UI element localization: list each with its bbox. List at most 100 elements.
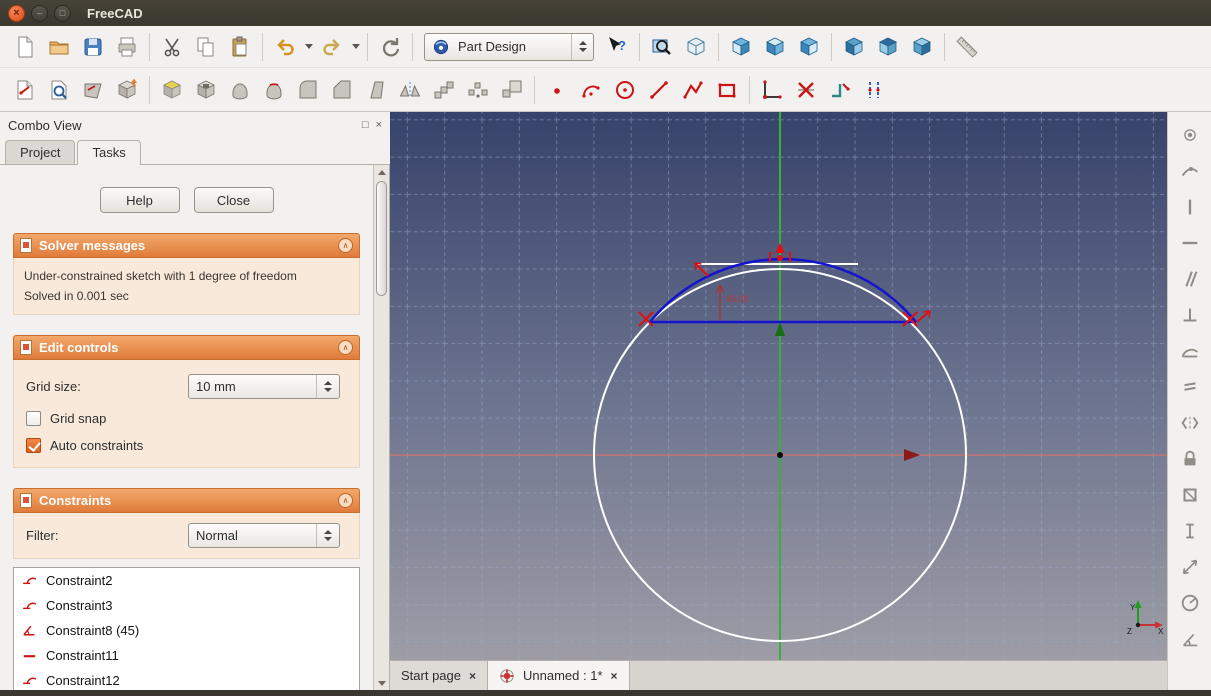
- tab-tasks[interactable]: Tasks: [77, 140, 141, 165]
- constraint-list-item[interactable]: Constraint8 (45): [14, 618, 359, 643]
- constraint-list-item[interactable]: Constraint3: [14, 593, 359, 618]
- open-document-button[interactable]: [42, 30, 76, 64]
- view-rear-button[interactable]: [837, 30, 871, 64]
- sketch-polyline-button[interactable]: [676, 73, 710, 107]
- spinner-arrows-icon[interactable]: [316, 524, 332, 547]
- undo-history-dropdown[interactable]: [302, 30, 315, 64]
- spinner-arrows-icon[interactable]: [571, 33, 587, 60]
- print-button[interactable]: [110, 30, 144, 64]
- panel-close-icon[interactable]: ×: [376, 119, 382, 131]
- polar-pattern-button[interactable]: [461, 73, 495, 107]
- draft-button[interactable]: [359, 73, 393, 107]
- edit-sketch-button[interactable]: [42, 73, 76, 107]
- undo-button[interactable]: [268, 30, 302, 64]
- whats-this-button[interactable]: ?: [600, 30, 634, 64]
- constrain-symmetric-button[interactable]: [1175, 408, 1205, 438]
- constrain-radius-button[interactable]: [1175, 588, 1205, 618]
- constrain-perpendicular-button[interactable]: [1175, 300, 1205, 330]
- redo-history-dropdown[interactable]: [349, 30, 362, 64]
- grid-size-combo[interactable]: 10 mm: [188, 374, 340, 399]
- sketch-arc-button[interactable]: [574, 73, 608, 107]
- sketch-point-button[interactable]: [540, 73, 574, 107]
- spinner-arrows-icon[interactable]: [316, 375, 332, 398]
- constrain-horizontal-button[interactable]: [1175, 228, 1205, 258]
- view-right-button[interactable]: [792, 30, 826, 64]
- help-button[interactable]: Help: [99, 187, 180, 213]
- constrain-block-button[interactable]: [1175, 480, 1205, 510]
- constrain-angle-button[interactable]: [1175, 624, 1205, 654]
- scrollbar-thumb[interactable]: [376, 181, 387, 296]
- sketch-circle-button[interactable]: [608, 73, 642, 107]
- pocket-button[interactable]: [189, 73, 223, 107]
- create-sketch-button[interactable]: [8, 73, 42, 107]
- constrain-parallel-button[interactable]: [1175, 264, 1205, 294]
- collapse-section-button[interactable]: ∧: [338, 238, 353, 253]
- scroll-up-icon[interactable]: [374, 165, 389, 179]
- tasks-scrollbar[interactable]: [373, 165, 389, 690]
- tab-project[interactable]: Project: [5, 140, 76, 164]
- sketch-rectangle-button[interactable]: [710, 73, 744, 107]
- window-maximize-button[interactable]: □: [54, 4, 71, 22]
- refresh-button[interactable]: [373, 30, 407, 64]
- sketcher-construction-mode-button[interactable]: [857, 73, 891, 107]
- redo-button[interactable]: [315, 30, 349, 64]
- collapse-section-button[interactable]: ∧: [338, 340, 353, 355]
- constrain-distance-button[interactable]: [1175, 552, 1205, 582]
- window-minimize-button[interactable]: –: [31, 4, 48, 22]
- sketcher-coordinate-axes-button[interactable]: [755, 73, 789, 107]
- auto-constraints-checkbox[interactable]: Auto constraints: [24, 432, 349, 459]
- arc-apex-point[interactable]: [777, 255, 783, 261]
- constraint-list-item[interactable]: Constraint2: [14, 568, 359, 593]
- constrain-point-on-object-button[interactable]: [1175, 156, 1205, 186]
- scroll-down-icon[interactable]: [374, 676, 389, 690]
- constrain-tangent-button[interactable]: [1175, 336, 1205, 366]
- view-front-button[interactable]: [724, 30, 758, 64]
- sketch-canvas[interactable]: 45.00 Y X Z: [390, 112, 1167, 660]
- origin-point[interactable]: [777, 452, 783, 458]
- paste-button[interactable]: [223, 30, 257, 64]
- groove-button[interactable]: [257, 73, 291, 107]
- constraint-filter-combo[interactable]: Normal: [188, 523, 340, 548]
- document-tab-start-page[interactable]: Start page ×: [390, 661, 489, 690]
- dimension-label[interactable]: 45.00: [726, 294, 749, 304]
- chamfer-button[interactable]: [325, 73, 359, 107]
- cut-button[interactable]: [155, 30, 189, 64]
- close-button[interactable]: Close: [193, 187, 274, 213]
- constraint-list-item[interactable]: Constraint11: [14, 643, 359, 668]
- revolution-button[interactable]: [223, 73, 257, 107]
- new-document-button[interactable]: [8, 30, 42, 64]
- workbench-selector[interactable]: Part Design: [424, 32, 594, 61]
- tab-close-icon[interactable]: ×: [611, 669, 618, 683]
- collapse-section-button[interactable]: ∧: [338, 493, 353, 508]
- sketch-line-button[interactable]: [642, 73, 676, 107]
- constrain-lock-button[interactable]: [1175, 444, 1205, 474]
- view-left-button[interactable]: [905, 30, 939, 64]
- constrain-coincident-button[interactable]: [1175, 120, 1205, 150]
- linear-pattern-button[interactable]: [427, 73, 461, 107]
- tab-close-icon[interactable]: ×: [469, 669, 476, 683]
- mirrored-button[interactable]: [393, 73, 427, 107]
- pad-button[interactable]: [155, 73, 189, 107]
- constraint-list[interactable]: Constraint2 Constraint3 Constraint8 (45) Co…: [13, 567, 360, 690]
- panel-float-icon[interactable]: □: [362, 119, 369, 131]
- view-bottom-button[interactable]: [871, 30, 905, 64]
- measure-distance-button[interactable]: [950, 30, 984, 64]
- view-fit-all-button[interactable]: [645, 30, 679, 64]
- window-close-button[interactable]: ×: [8, 4, 25, 22]
- constrain-distance-y-button[interactable]: [1175, 516, 1205, 546]
- constraint-list-item[interactable]: Constraint12: [14, 668, 359, 690]
- constrain-vertical-button[interactable]: [1175, 192, 1205, 222]
- view-top-button[interactable]: [758, 30, 792, 64]
- sketcher-external-geometry-button[interactable]: [823, 73, 857, 107]
- scaled-button[interactable]: [495, 73, 529, 107]
- constraints-header[interactable]: Constraints ∧: [13, 488, 360, 513]
- solver-messages-header[interactable]: Solver messages ∧: [13, 233, 360, 258]
- fillet-button[interactable]: [291, 73, 325, 107]
- constrain-equal-button[interactable]: [1175, 372, 1205, 402]
- copy-button[interactable]: [189, 30, 223, 64]
- save-document-button[interactable]: [76, 30, 110, 64]
- sketcher-trim-edge-button[interactable]: [789, 73, 823, 107]
- map-sketch-to-face-button[interactable]: [76, 73, 110, 107]
- edit-controls-header[interactable]: Edit controls ∧: [13, 335, 360, 360]
- document-tab-unnamed[interactable]: Unnamed : 1* ×: [488, 661, 630, 690]
